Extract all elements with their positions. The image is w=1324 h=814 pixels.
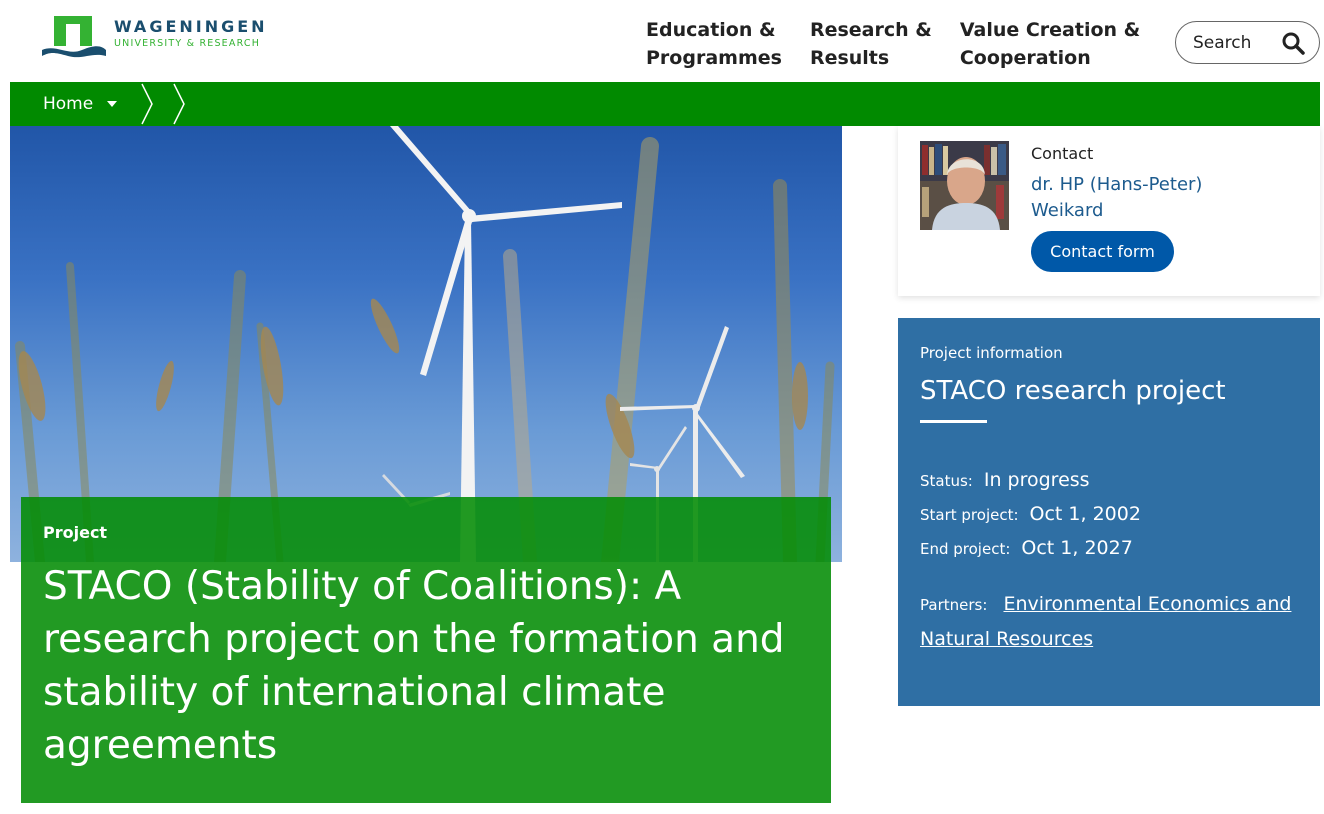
contact-card: Contact dr. HP (Hans-Peter) Weikard Cont… xyxy=(898,126,1320,296)
nav-research-line1: Research & xyxy=(809,19,932,41)
end-value: Oct 1, 2027 xyxy=(1021,537,1133,559)
search-label: Search xyxy=(1193,32,1252,53)
project-info-panel: Project information STACO research proje… xyxy=(898,318,1320,706)
contact-photo xyxy=(920,141,1009,230)
start-label: Start project: xyxy=(920,506,1019,524)
end-row: End project: Oct 1, 2027 xyxy=(920,537,1298,571)
logo-title: WAGENINGEN xyxy=(114,17,268,36)
chevron-down-icon[interactable] xyxy=(107,101,118,107)
nav-education-line2: Programmes xyxy=(646,47,782,69)
breadcrumb-home[interactable]: Home xyxy=(43,94,118,114)
wur-logo-icon xyxy=(42,16,106,58)
status-value: In progress xyxy=(983,469,1090,491)
main-nav: Education & Programmes Research & Result… xyxy=(646,16,1168,72)
nav-value-creation-line2: Cooperation xyxy=(959,47,1091,69)
site-header: WAGENINGEN UNIVERSITY & RESEARCH Educati… xyxy=(0,0,1324,82)
nav-research[interactable]: Research & Results xyxy=(810,16,932,72)
end-label: End project: xyxy=(920,540,1011,558)
project-info-kicker: Project information xyxy=(920,344,1063,362)
project-title-box: Project STACO (Stability of Coalitions):… xyxy=(21,497,831,803)
nav-education[interactable]: Education & Programmes xyxy=(646,16,782,72)
contact-name-link[interactable]: dr. HP (Hans-Peter) Weikard xyxy=(1031,172,1271,224)
breadcrumb-separator-icon xyxy=(173,83,185,125)
search-icon xyxy=(1282,32,1305,55)
nav-education-line1: Education & xyxy=(646,19,776,41)
status-row: Status: In progress xyxy=(920,469,1298,503)
partners-row: Partners: Environmental Economics and Na… xyxy=(920,587,1298,657)
breadcrumb-home-label: Home xyxy=(43,94,94,114)
status-label: Status: xyxy=(920,472,973,490)
nav-value-creation-line1: Value Creation & xyxy=(959,19,1141,41)
page-title: STACO (Stability of Coalitions): A resea… xyxy=(43,564,785,768)
start-value: Oct 1, 2002 xyxy=(1029,503,1141,525)
logo-subtitle: UNIVERSITY & RESEARCH xyxy=(114,38,261,49)
title-underline xyxy=(920,420,987,423)
project-kicker: Project xyxy=(43,523,108,542)
breadcrumb-separator-icon xyxy=(141,83,153,125)
nav-value-creation[interactable]: Value Creation & Cooperation xyxy=(960,16,1140,72)
project-info-title: STACO research project xyxy=(920,376,1226,406)
wur-logo[interactable]: WAGENINGEN UNIVERSITY & RESEARCH xyxy=(42,14,282,62)
breadcrumb: Home xyxy=(10,82,1320,126)
partners-label: Partners: xyxy=(920,596,988,614)
search-button[interactable]: Search xyxy=(1175,21,1320,64)
avatar xyxy=(920,141,1009,230)
project-info-rows: Status: In progress Start project: Oct 1… xyxy=(920,469,1298,657)
start-row: Start project: Oct 1, 2002 xyxy=(920,503,1298,537)
contact-form-button[interactable]: Contact form xyxy=(1031,231,1174,272)
nav-research-line2: Results xyxy=(809,47,890,69)
contact-label: Contact xyxy=(1031,144,1094,163)
